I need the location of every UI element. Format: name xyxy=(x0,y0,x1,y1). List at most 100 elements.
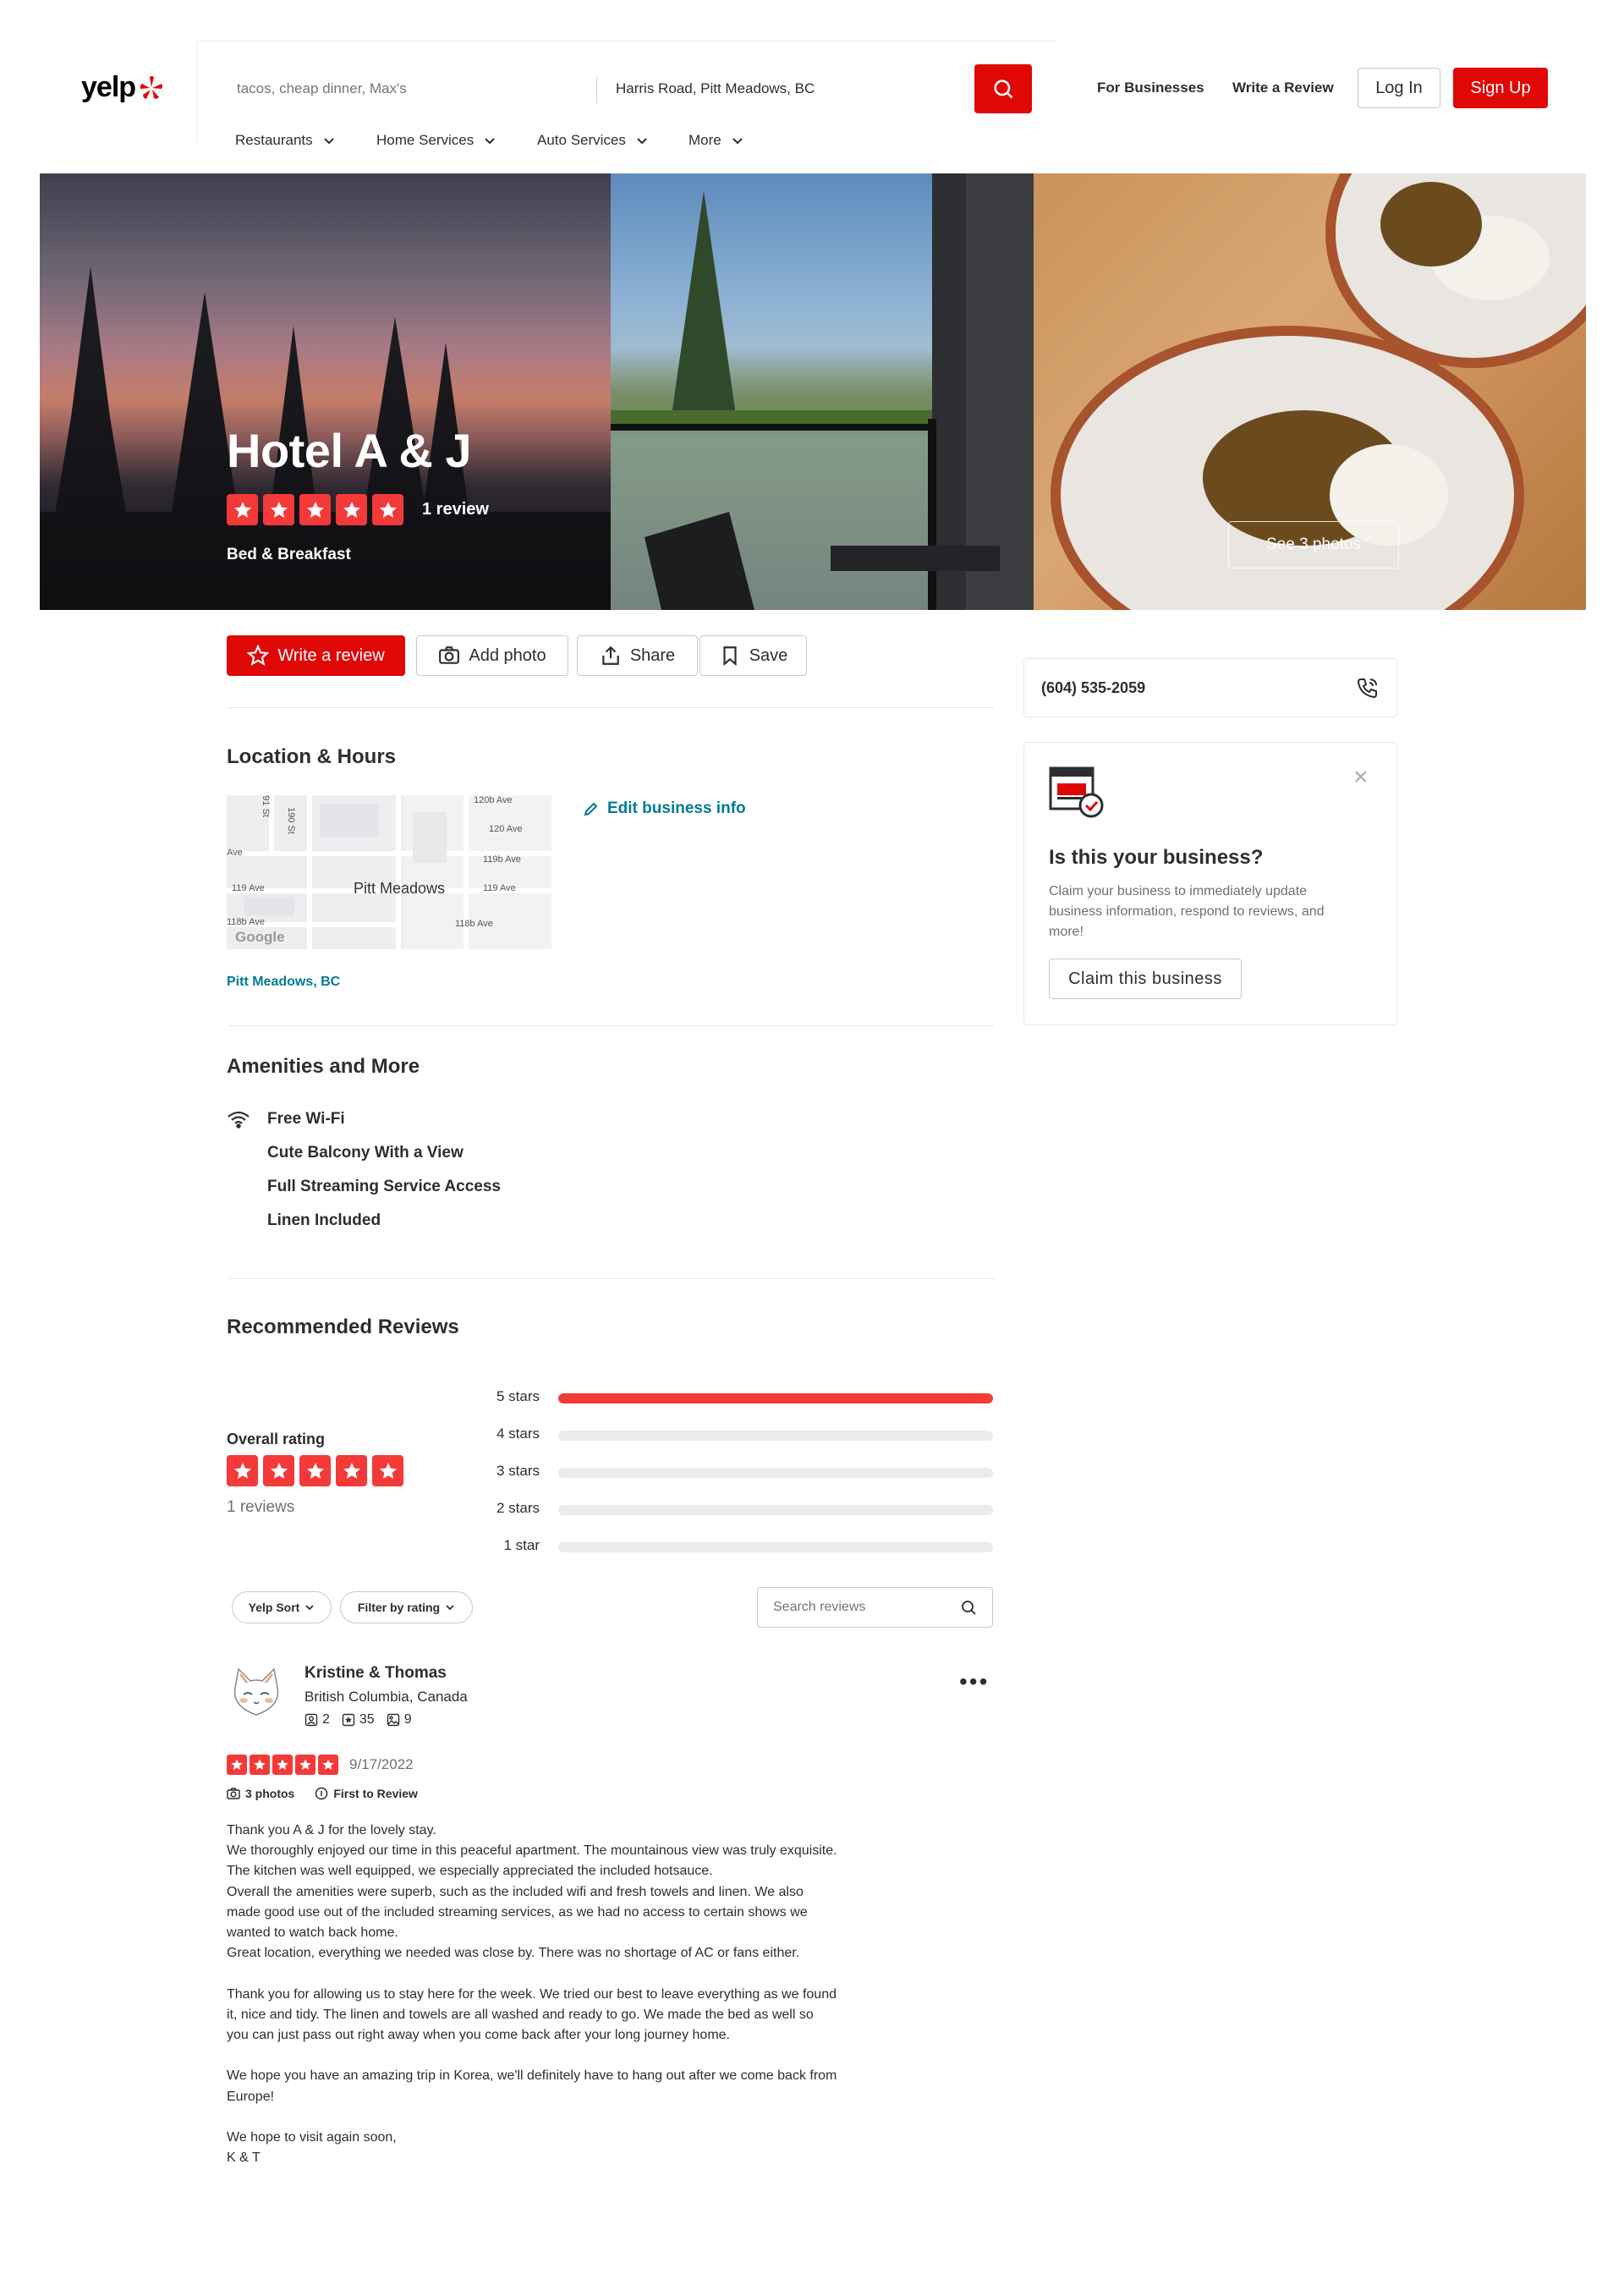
more-options-icon[interactable]: ••• xyxy=(959,1668,989,1695)
rating-bar-track xyxy=(558,1468,993,1478)
nav-label: Home Services xyxy=(376,132,475,148)
storefront-icon xyxy=(1049,763,1105,819)
review-line xyxy=(227,2046,920,2066)
sign-up-button[interactable]: Sign Up xyxy=(1453,68,1548,108)
edit-business-info-link[interactable]: Edit business info xyxy=(584,799,746,818)
star-icon xyxy=(272,1755,293,1775)
claim-business-button[interactable]: Claim this business xyxy=(1049,958,1242,999)
map-street-label: 118b Ave xyxy=(455,919,493,929)
star-icon xyxy=(250,1755,270,1775)
business-category[interactable]: Bed & Breakfast xyxy=(227,546,351,564)
star-icon xyxy=(299,1455,331,1486)
review-search-box[interactable] xyxy=(757,1587,993,1628)
reviewer-avatar[interactable] xyxy=(227,1662,286,1722)
review-text: Thank you A & J for the lovely stay. We t… xyxy=(227,1821,920,2168)
review-line: made good use out of the included stream… xyxy=(227,1904,808,1920)
rating-bar-track xyxy=(558,1542,993,1552)
location-input[interactable] xyxy=(616,78,954,100)
review-line: The kitchen was well equipped, we especi… xyxy=(227,1864,713,1879)
reviewer-name[interactable]: Kristine & Thomas xyxy=(304,1664,447,1683)
filter-label: Filter by rating xyxy=(357,1601,441,1614)
location-map[interactable]: 120b Ave 120 Ave 119b Ave 119 Ave 118b A… xyxy=(227,795,551,949)
star-icon xyxy=(336,1455,367,1486)
star-icon xyxy=(263,1455,294,1486)
star-icon xyxy=(227,494,258,525)
save-button[interactable]: Save xyxy=(700,635,807,676)
add-photo-button[interactable]: Add photo xyxy=(416,635,568,676)
photos-icon xyxy=(387,1713,399,1727)
rating-bar-track xyxy=(558,1431,993,1441)
map-street-label: 190 St xyxy=(285,807,296,834)
map-city-label: Pitt Meadows xyxy=(354,880,446,897)
see-photos-button[interactable]: See 3 photos xyxy=(1228,521,1399,569)
star-icon xyxy=(318,1755,338,1775)
wifi-icon xyxy=(227,1109,267,1129)
review-line: Thank you A & J for the lovely stay. xyxy=(227,1823,436,1837)
map-street-label: 119 Ave xyxy=(483,883,516,893)
claim-title: Is this your business? xyxy=(1049,846,1264,869)
nav-restaurants[interactable]: Restaurants xyxy=(235,132,337,149)
balcony-photo[interactable] xyxy=(611,173,1034,610)
nav-auto-services[interactable]: Auto Services xyxy=(537,132,650,149)
nav-home-services[interactable]: Home Services xyxy=(376,132,497,149)
rating-bar-fill xyxy=(558,1393,993,1403)
search-button[interactable] xyxy=(974,64,1032,113)
review-photos-link[interactable]: 3 photos xyxy=(227,1787,294,1800)
phone-number[interactable]: (604) 535-2059 xyxy=(1041,679,1145,697)
phone-icon xyxy=(1357,678,1377,699)
map-street-label: 120b Ave xyxy=(474,795,513,805)
friends-count: 2 xyxy=(322,1712,330,1727)
review-count-link[interactable]: 1 review xyxy=(422,500,489,519)
section-divider xyxy=(227,1025,995,1026)
sunset-photo[interactable] xyxy=(40,173,611,610)
filter-rating-dropdown[interactable]: Filter by rating xyxy=(340,1591,473,1623)
amenity-item: Full Streaming Service Access xyxy=(267,1178,501,1196)
phone-card[interactable]: (604) 535-2059 xyxy=(1023,658,1397,717)
search-icon[interactable] xyxy=(960,1599,977,1616)
reviews-count: 35 xyxy=(359,1712,375,1727)
write-review-link[interactable]: Write a Review xyxy=(1232,80,1334,96)
for-businesses-link[interactable]: For Businesses xyxy=(1097,80,1204,96)
review-search-input[interactable] xyxy=(773,1600,942,1615)
review-rating: 9/17/2022 xyxy=(227,1755,414,1775)
reviews-icon xyxy=(342,1713,355,1727)
share-icon xyxy=(602,645,619,665)
review-line xyxy=(227,1964,920,1984)
map-street-label: 120 Ave xyxy=(489,824,523,834)
review-line: We thoroughly enjoyed our time in this p… xyxy=(227,1843,837,1859)
close-icon[interactable]: × xyxy=(1353,763,1369,792)
amenity-label: Cute Balcony With a View xyxy=(267,1144,464,1162)
amenity-item: Free Wi-Fi xyxy=(227,1109,345,1129)
amenity-label: Free Wi-Fi xyxy=(267,1110,345,1128)
claim-description: Claim your business to immediately updat… xyxy=(1049,884,1325,939)
star-icon xyxy=(336,494,367,525)
log-in-button[interactable]: Log In xyxy=(1358,68,1440,108)
chevron-down-icon xyxy=(446,1605,454,1611)
city-link[interactable]: Pitt Meadows, BC xyxy=(227,975,340,990)
nav-more[interactable]: More xyxy=(689,132,745,149)
review-line: Thank you for allowing us to stay here f… xyxy=(227,1986,837,2002)
camera-icon xyxy=(227,1788,240,1799)
amenity-label: Full Streaming Service Access xyxy=(267,1178,501,1195)
section-divider xyxy=(227,1278,995,1279)
write-review-button[interactable]: Write a review xyxy=(227,635,405,676)
share-button[interactable]: Share xyxy=(577,635,698,676)
review-line: Overall the amenities were superb, such … xyxy=(227,1884,804,1899)
star-outline-icon xyxy=(247,645,270,666)
yelp-logo[interactable]: yelp xyxy=(81,71,164,104)
save-label: Save xyxy=(749,645,788,665)
amenity-label: Linen Included xyxy=(267,1211,381,1229)
review-line: Europe! xyxy=(227,2089,275,2104)
nav-label: Auto Services xyxy=(537,132,626,148)
map-street-label: Ave xyxy=(227,848,243,858)
review-date: 9/17/2022 xyxy=(349,1756,414,1772)
search-input[interactable] xyxy=(237,78,575,100)
map-street-label: 119 Ave xyxy=(232,883,265,893)
rating-bar-label: 3 stars xyxy=(496,1463,540,1479)
chevron-down-icon xyxy=(305,1605,314,1611)
yelp-sort-dropdown[interactable]: Yelp Sort xyxy=(232,1591,332,1623)
bookmark-icon xyxy=(723,646,737,667)
add-photo-label: Add photo xyxy=(469,645,546,665)
reviewer-location: British Columbia, Canada xyxy=(304,1689,468,1705)
edit-business-label: Edit business info xyxy=(607,799,746,817)
